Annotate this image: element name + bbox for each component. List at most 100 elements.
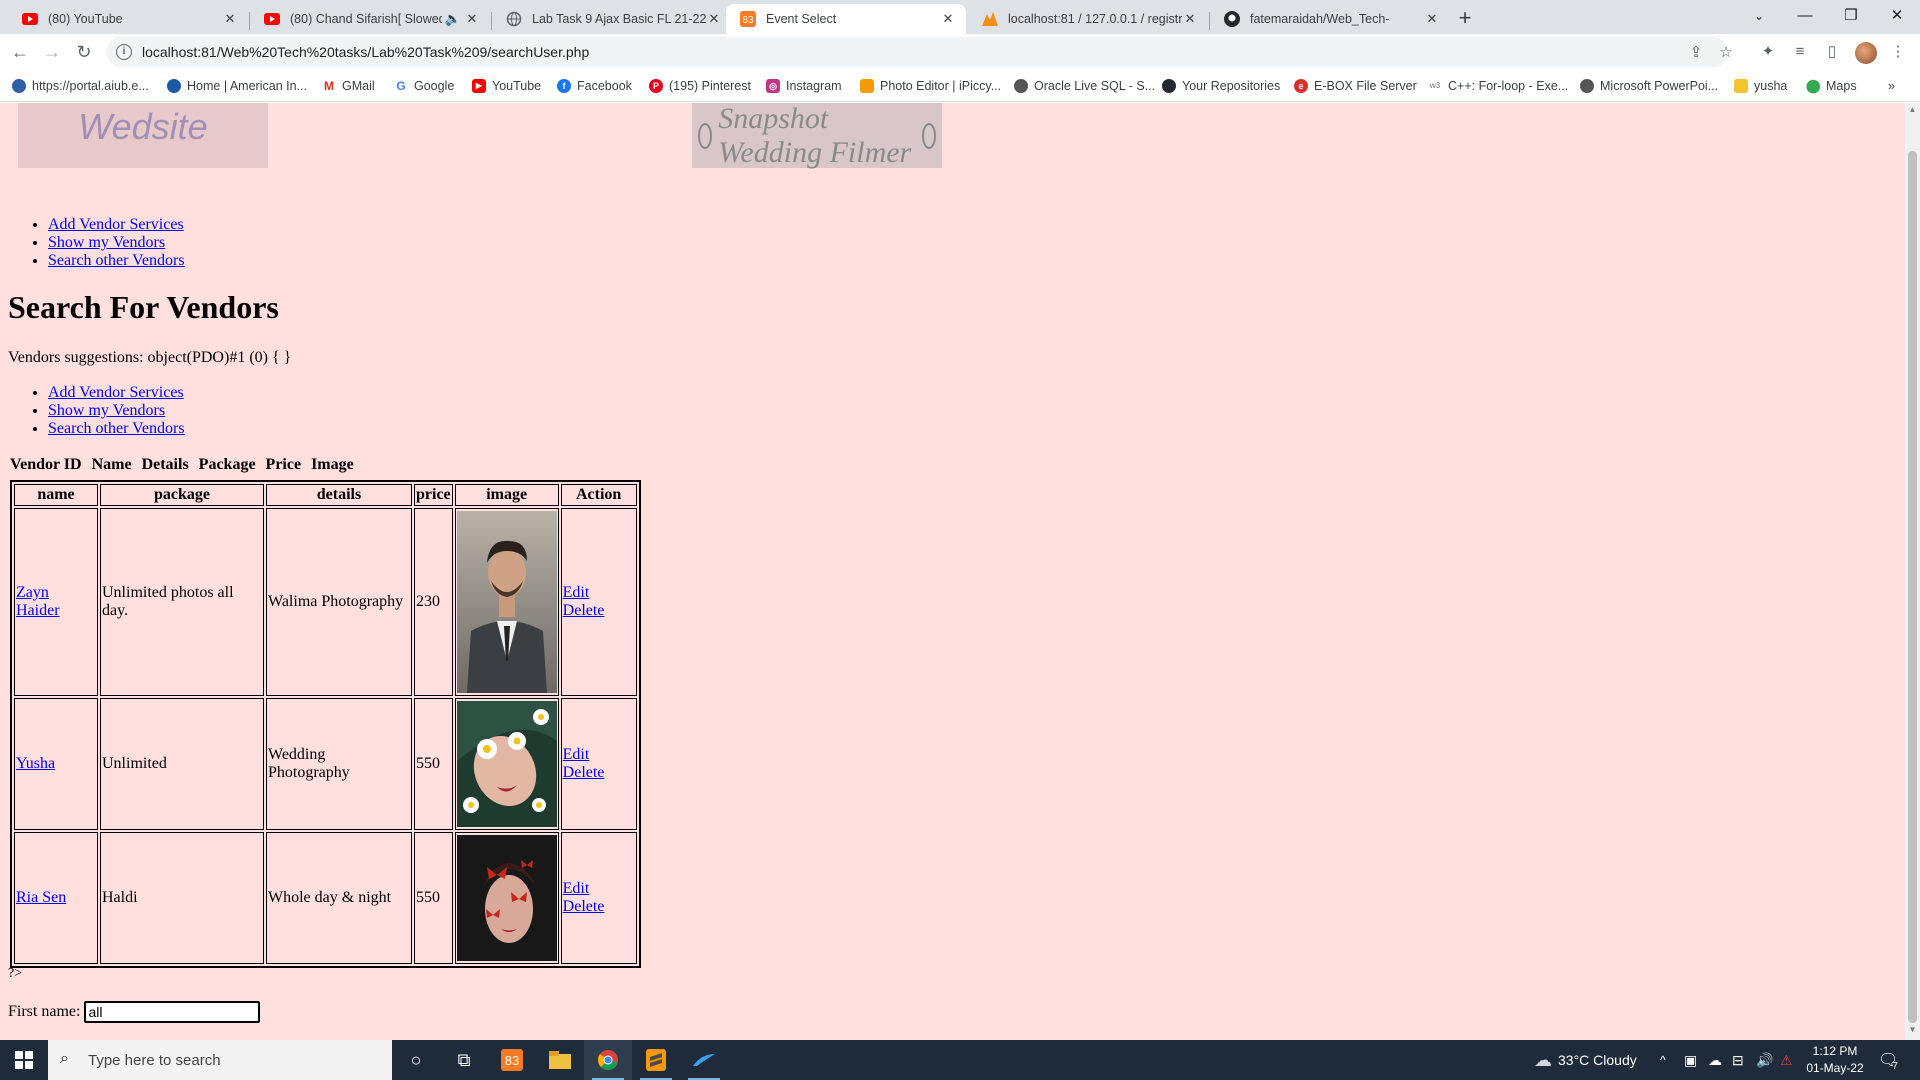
bookmark-label: Photo Editor | iPiccy... [880,79,1002,93]
bookmark-powerpoint[interactable]: Microsoft PowerPoi... [1580,77,1718,95]
cell-name: Ria Sen [14,832,98,964]
edit-link[interactable]: Edit [563,746,590,763]
tab-github[interactable]: fatemaraidah/Web_Tech- ✕ [1210,4,1450,34]
minimize-button[interactable]: — [1782,0,1828,34]
cell-name: Yusha [14,698,98,830]
reload-button[interactable]: ↻ [72,40,96,64]
volume-icon[interactable]: 🔊 [1756,1040,1773,1080]
back-button[interactable]: ← [8,40,32,64]
search-other-vendors-link[interactable]: Search other Vendors [48,420,185,437]
profile-avatar[interactable] [1855,42,1877,64]
stray-php-tag: ?> [8,966,23,981]
edit-link[interactable]: Edit [563,880,590,897]
tab-event-select[interactable]: 83 Event Select ✕ [726,4,966,34]
bookmark-gmail[interactable]: M GMail [322,77,375,95]
file-explorer-icon[interactable] [536,1040,584,1080]
info-icon[interactable]: i [116,44,132,60]
mute-icon[interactable]: 🔈 [442,11,464,27]
delete-link[interactable]: Delete [563,764,605,781]
tab-youtube[interactable]: (80) YouTube ✕ [8,4,248,34]
address-bar[interactable]: i localhost:81/Web%20Tech%20tasks/Lab%20… [106,37,1733,67]
youtube-icon: ▶ [472,79,486,93]
tab-phpmyadmin[interactable]: localhost:81 / 127.0.0.1 / registra ✕ [968,4,1208,34]
table-header-row: name package details price image Action [14,484,637,506]
first-name-label: First name: [8,1003,81,1020]
menu-icon[interactable]: ⋮ [1888,42,1908,62]
bookmark-cpp-for-loop[interactable]: w3 C++: For-loop - Exe... [1428,77,1569,95]
bookmark-ebox[interactable]: e E-BOX File Server [1294,77,1417,95]
bookmark-label: Google [414,79,455,93]
svg-text:83: 83 [742,15,754,26]
close-icon[interactable]: ✕ [940,11,956,27]
tab-search-button[interactable]: ⌄ [1736,0,1782,34]
onedrive-icon[interactable]: ☁ [1708,1040,1722,1080]
add-vendor-services-link[interactable]: Add Vendor Services [48,216,184,233]
forward-button[interactable]: → [40,40,64,64]
media-control-icon[interactable]: ≡ [1790,42,1810,62]
system-clock[interactable]: 1:12 PM 01-May-22 [1800,1043,1870,1077]
share-icon[interactable]: ⇪ [1686,43,1706,63]
bookmark-google[interactable]: G Google [394,77,454,95]
vendor-name-link[interactable]: Ria Sen [16,889,66,906]
bookmark-your-repositories[interactable]: Your Repositories [1162,77,1280,95]
bookmark-ipiccy[interactable]: Photo Editor | iPiccy... [860,77,1001,95]
show-my-vendors-link[interactable]: Show my Vendors [48,234,165,251]
scroll-down-arrow[interactable]: ▼ [1908,1025,1917,1034]
side-panel-icon[interactable]: ▯ [1822,42,1842,62]
close-icon[interactable]: ✕ [222,11,238,27]
extensions-icon[interactable]: ✦ [1758,42,1778,62]
weather-widget[interactable]: ☁ 33°C Cloudy [1534,1040,1637,1080]
bookmark-youtube[interactable]: ▶ YouTube [472,77,541,95]
cortana-icon[interactable]: ○ [392,1040,440,1080]
bookmark-star-icon[interactable]: ☆ [1716,43,1736,63]
restore-button[interactable]: ❐ [1828,0,1874,34]
pinterest-icon: P [649,79,663,93]
tab-lab-task[interactable]: Lab Task 9 Ajax Basic FL 21-22.pd ✕ [492,4,732,34]
url-text[interactable]: localhost:81/Web%20Tech%20tasks/Lab%20Ta… [142,44,589,60]
close-icon[interactable]: ✕ [706,11,722,27]
bookmark-aiub-portal[interactable]: https://portal.aiub.e... [12,77,149,95]
task-view-icon[interactable]: ⧉ [440,1040,488,1080]
start-button[interactable] [0,1040,48,1080]
delete-link[interactable]: Delete [563,898,605,915]
tray-chevron-icon[interactable]: ^ [1660,1040,1666,1080]
delete-link[interactable]: Delete [563,602,605,619]
logo-text: Snapshot Wedding Filmer [718,103,912,169]
vendor-name-link[interactable]: Zayn Haider [16,584,60,619]
bookmark-maps[interactable]: ⬤ Maps [1806,77,1857,95]
notification-count: 7 [1892,1060,1898,1072]
add-vendor-services-link[interactable]: Add Vendor Services [48,384,184,401]
sublime-text-icon[interactable] [632,1040,680,1080]
chrome-taskbar-icon[interactable] [584,1040,632,1080]
scroll-thumb[interactable] [1908,151,1917,1023]
close-icon[interactable]: ✕ [464,11,480,27]
show-my-vendors-link[interactable]: Show my Vendors [48,402,165,419]
search-other-vendors-link[interactable]: Search other Vendors [48,252,185,269]
bookmark-pinterest[interactable]: P (195) Pinterest [649,77,751,95]
vendor-name-link[interactable]: Yusha [16,755,55,772]
bookmark-folder-yusha[interactable]: yusha [1734,77,1787,95]
tab-chand-sifarish[interactable]: (80) Chand Sifarish[ Slowed+ 🔈 ✕ [250,4,490,34]
xampp-taskbar-icon[interactable]: 83 [488,1040,536,1080]
close-icon[interactable]: ✕ [1424,11,1440,27]
network-icon[interactable]: ⊟ [1732,1040,1744,1080]
meet-now-icon[interactable]: ▣ [1684,1040,1697,1080]
close-icon[interactable]: ✕ [1182,11,1198,27]
bookmark-oracle-live-sql[interactable]: Oracle Live SQL - S... [1014,77,1155,95]
edit-link[interactable]: Edit [563,584,590,601]
new-tab-button[interactable]: + [1452,6,1478,32]
close-window-button[interactable]: ✕ [1874,0,1920,34]
taskbar-search-box[interactable]: ⌕ Type here to search [48,1040,392,1080]
notification-center[interactable]: 🗨 7 [1878,1040,1898,1080]
antivirus-icon[interactable]: ⚠ [1780,1040,1793,1080]
app-taskbar-icon[interactable] [680,1040,728,1080]
youtube-icon [264,11,280,27]
page-title: Search For Vendors [8,289,279,325]
more-bookmarks-button[interactable]: » [1888,77,1895,95]
first-name-input[interactable] [84,1001,261,1023]
bookmark-instagram[interactable]: ◎ Instagram [766,77,842,95]
page-scrollbar[interactable]: ▲ ▼ [1905,103,1920,1040]
bookmark-facebook[interactable]: f Facebook [557,77,632,95]
scroll-up-arrow[interactable]: ▲ [1908,105,1917,114]
bookmark-aiub-home[interactable]: Home | American In... [167,77,307,95]
